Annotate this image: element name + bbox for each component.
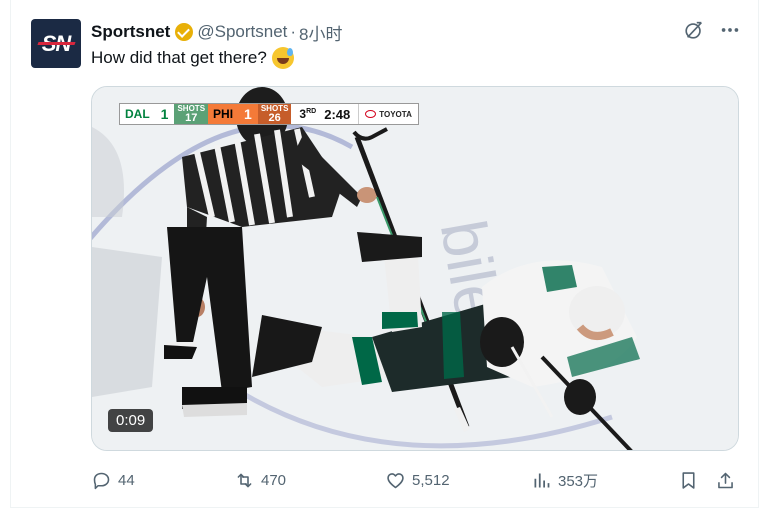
team1-shots: SHOTS 17 bbox=[174, 104, 209, 124]
team1-score: 1 bbox=[154, 104, 175, 124]
team2-shots-value: 26 bbox=[268, 111, 281, 124]
tweet-text-body: How did that get there? bbox=[91, 48, 267, 67]
bookmark-button[interactable] bbox=[678, 470, 699, 491]
tweet-actions: 44 470 5,512 353万 bbox=[91, 467, 741, 493]
reply-icon bbox=[93, 472, 110, 489]
author-handle[interactable]: @Sportsnet bbox=[197, 22, 287, 42]
post-time[interactable]: 8小时 bbox=[299, 20, 342, 45]
sponsor: TOYOTA bbox=[358, 104, 418, 124]
repost-button[interactable]: 470 bbox=[234, 470, 286, 491]
avatar[interactable]: SN bbox=[31, 19, 81, 68]
video-frame: bile bbox=[92, 87, 738, 450]
game-period: 3RD 2:48 bbox=[291, 104, 359, 124]
sweat-smile-emoji-icon bbox=[271, 47, 294, 69]
reply-count: 44 bbox=[118, 471, 135, 489]
analytics-icon bbox=[534, 473, 550, 487]
team1-name: DAL bbox=[120, 104, 155, 124]
reply-button[interactable]: 44 bbox=[91, 470, 135, 491]
like-button[interactable]: 5,512 bbox=[385, 470, 450, 491]
team2-name: PHI bbox=[208, 104, 239, 124]
grok-icon[interactable] bbox=[683, 19, 705, 41]
share-icon bbox=[718, 472, 733, 488]
views-button[interactable]: 353万 bbox=[531, 470, 598, 491]
more-options-icon[interactable] bbox=[719, 19, 741, 41]
views-count: 353万 bbox=[558, 472, 599, 490]
team2-score: 1 bbox=[238, 104, 258, 124]
game-clock: 2:48 bbox=[324, 106, 351, 122]
sportsnet-logo: SN bbox=[41, 30, 72, 56]
author-name[interactable]: Sportsnet bbox=[91, 22, 170, 42]
repost-count: 470 bbox=[261, 471, 287, 489]
share-button[interactable] bbox=[715, 470, 736, 491]
top-right-icons bbox=[683, 19, 741, 41]
video-duration: 0:09 bbox=[108, 409, 154, 432]
sponsor-name: TOYOTA bbox=[379, 109, 412, 119]
like-count: 5,512 bbox=[412, 471, 450, 489]
team2-shots: SHOTS 26 bbox=[257, 104, 292, 124]
team1-shots-value: 17 bbox=[185, 111, 198, 124]
tweet-text: How did that get there? bbox=[91, 47, 294, 69]
separator-dot: · bbox=[290, 22, 297, 41]
scorebug: DAL 1 SHOTS 17 PHI 1 SHOTS 26 3RD 2:48 T… bbox=[120, 104, 418, 124]
heart-icon bbox=[387, 472, 404, 488]
period-suffix: RD bbox=[306, 108, 317, 115]
tweet-header: Sportsnet @Sportsnet · 8小时 bbox=[91, 20, 343, 45]
toyota-logo-icon bbox=[365, 110, 377, 118]
video-player[interactable]: bile DAL 1 SHOTS 17 PHI 1 SHOTS 26 3RD 2… bbox=[91, 86, 739, 451]
verified-badge-icon[interactable] bbox=[175, 23, 194, 41]
bookmark-icon bbox=[682, 471, 695, 489]
repost-icon bbox=[237, 473, 252, 487]
